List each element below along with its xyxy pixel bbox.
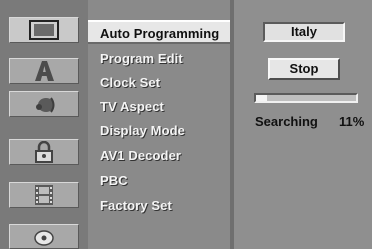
language-letter-a-icon[interactable] bbox=[9, 58, 79, 84]
menu-item-display-mode[interactable]: Display Mode bbox=[88, 119, 230, 143]
menu-item-tv-aspect[interactable]: TV Aspect bbox=[88, 95, 230, 119]
stop-button[interactable]: Stop bbox=[268, 58, 340, 80]
search-progress-percent: 11% bbox=[339, 114, 365, 129]
search-progress-fill bbox=[256, 95, 267, 101]
menu-item-av1-decoder[interactable]: AV1 Decoder bbox=[88, 144, 230, 168]
menu-item-factory-set[interactable]: Factory Set bbox=[88, 194, 230, 218]
setup-menu-list: Auto Programming Program Edit Clock Set … bbox=[88, 0, 230, 249]
menu-item-program-edit[interactable]: Program Edit bbox=[88, 47, 230, 71]
tv-screen-icon[interactable] bbox=[9, 17, 79, 43]
padlock-icon[interactable] bbox=[9, 139, 79, 165]
category-icon-column bbox=[0, 0, 88, 249]
menu-item-clock-set[interactable]: Clock Set bbox=[88, 71, 230, 95]
menu-item-pbc[interactable]: PBC bbox=[88, 169, 230, 193]
film-strip-icon[interactable] bbox=[9, 182, 79, 208]
disc-icon[interactable] bbox=[9, 224, 79, 249]
setup-menu-screen: Auto Programming Program Edit Clock Set … bbox=[0, 0, 372, 249]
search-status-label: Searching bbox=[255, 114, 318, 129]
country-select[interactable]: Italy bbox=[263, 22, 345, 42]
audio-speaker-icon[interactable] bbox=[9, 91, 79, 117]
menu-item-auto-programming[interactable]: Auto Programming bbox=[88, 20, 230, 44]
search-progress-bar bbox=[254, 93, 358, 103]
option-panel: Italy Stop Searching 11% bbox=[230, 0, 372, 249]
